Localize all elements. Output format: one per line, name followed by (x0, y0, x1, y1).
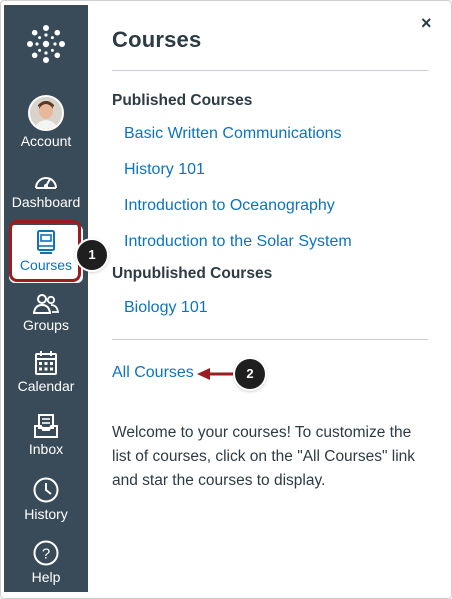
nav-label-history: History (24, 506, 68, 522)
courses-highlight-box (9, 220, 81, 282)
svg-text:?: ? (42, 546, 50, 563)
nav-label-inbox: Inbox (28, 441, 64, 457)
course-link-introduction-to-oceanography[interactable]: Introduction to Oceanography (124, 197, 335, 215)
title-divider (112, 70, 428, 71)
callout-arrow-icon (197, 368, 237, 380)
nav-item-calendar[interactable]: Calendar (4, 350, 88, 394)
nav-item-history[interactable]: History (4, 476, 88, 522)
canvas-logo-icon[interactable] (25, 23, 67, 65)
nav-label-help: Help (31, 569, 61, 585)
global-navigation: Account Dashboard Courses Groups Calenda… (4, 5, 88, 592)
calendar-icon (35, 351, 57, 375)
page-title: Courses (112, 27, 202, 52)
inbox-icon (34, 414, 58, 438)
screenshot-frame: Account Dashboard Courses Groups Calenda… (0, 0, 452, 599)
help-icon: ? (33, 540, 59, 566)
course-link-introduction-to-the-solar-system[interactable]: Introduction to the Solar System (124, 233, 352, 251)
close-icon[interactable]: × (421, 13, 432, 34)
course-link-history-101[interactable]: History 101 (124, 161, 205, 179)
welcome-text: Welcome to your courses! To customize th… (112, 424, 416, 489)
groups-icon (32, 294, 60, 314)
unpublished-courses-heading: Unpublished Courses (112, 265, 273, 282)
nav-item-groups[interactable]: Groups (4, 293, 88, 333)
course-link-biology-101[interactable]: Biology 101 (124, 299, 208, 317)
list-divider (112, 339, 428, 340)
clock-icon (33, 477, 59, 503)
nav-label-account: Account (20, 133, 72, 149)
nav-item-dashboard[interactable]: Dashboard (4, 170, 88, 210)
step-callout-1: 1 (77, 240, 107, 270)
nav-label-dashboard: Dashboard (11, 194, 81, 210)
dashboard-icon (35, 177, 57, 189)
nav-label-groups: Groups (23, 317, 69, 333)
published-courses-heading: Published Courses (112, 92, 253, 109)
course-link-basic-written-communications[interactable]: Basic Written Communications (124, 125, 342, 143)
nav-label-calendar: Calendar (17, 378, 75, 394)
step-callout-2: 2 (235, 359, 265, 389)
nav-item-help[interactable]: ? Help (4, 539, 88, 585)
all-courses-link[interactable]: All Courses (112, 364, 194, 382)
nav-item-account[interactable]: Account (4, 95, 88, 149)
nav-item-inbox[interactable]: Inbox (4, 413, 88, 457)
avatar (28, 95, 64, 131)
